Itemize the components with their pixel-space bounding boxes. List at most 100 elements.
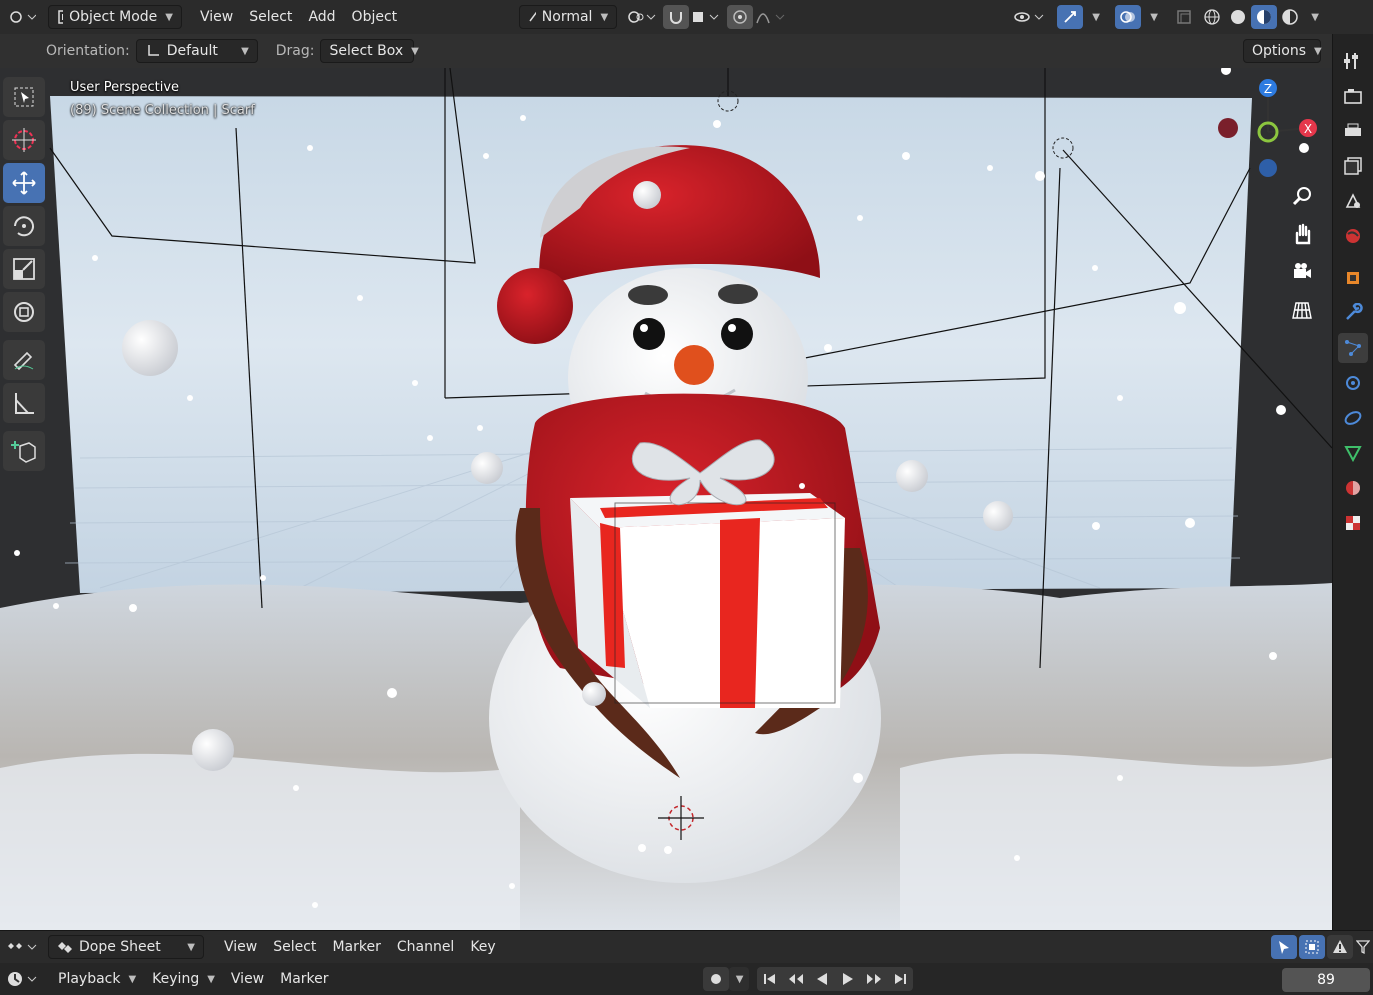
visibility-dropdown[interactable] [1011, 5, 1047, 29]
menu-view[interactable]: View [192, 5, 241, 29]
shading-material[interactable] [1251, 5, 1278, 29]
move-tool[interactable] [3, 163, 45, 203]
overlay-dropdown[interactable]: ▼ [1141, 5, 1165, 29]
next-keyframe-button[interactable] [861, 967, 887, 991]
orientation-label: Normal [541, 9, 593, 25]
rotate-tool[interactable] [3, 206, 45, 246]
show-hidden-toggle[interactable] [1299, 935, 1325, 959]
tab-scene[interactable] [1338, 186, 1368, 216]
navigation-gizmo[interactable]: Z X [1210, 74, 1330, 184]
dope-menu-select[interactable]: Select [265, 935, 324, 959]
chevron-down-icon: ▼ [600, 11, 609, 23]
editor-type-button[interactable] [4, 5, 40, 29]
tab-view-layer[interactable] [1338, 151, 1368, 181]
camera-icon [1294, 263, 1311, 278]
transform-tool[interactable] [3, 292, 45, 332]
orientation-value: Default [166, 43, 218, 59]
orientation-dropdown[interactable]: Default ▼ [135, 39, 258, 63]
current-frame-field[interactable]: 89 [1282, 968, 1370, 992]
only-selected-toggle[interactable] [1271, 935, 1297, 959]
dope-sheet-icon [8, 943, 37, 950]
only-errors-toggle[interactable] [1327, 935, 1353, 959]
playback-menu[interactable]: Playback ▼ [50, 967, 144, 991]
pivot-point-button[interactable] [623, 5, 659, 29]
mode-dropdown[interactable]: Object Mode ▼ [48, 5, 182, 29]
tab-object[interactable] [1338, 263, 1368, 293]
tab-render[interactable] [1338, 81, 1368, 111]
dope-mode-dropdown[interactable]: Dope Sheet ▼ [48, 935, 204, 959]
measure-tool[interactable] [3, 383, 45, 423]
tab-output[interactable] [1338, 116, 1368, 146]
tool-properties-icon [1344, 53, 1358, 69]
gizmo-dropdown[interactable]: ▼ [1083, 5, 1107, 29]
dope-menu-view[interactable]: View [216, 935, 265, 959]
tab-modifiers[interactable] [1338, 298, 1368, 328]
shading-wireframe[interactable] [1199, 5, 1225, 29]
dope-menu-channel[interactable]: Channel [389, 935, 462, 959]
perspective-toggle-button[interactable] [1286, 294, 1318, 326]
tab-data[interactable] [1338, 438, 1368, 468]
jump-end-icon [894, 974, 906, 984]
proportional-edit-toggle[interactable] [727, 5, 754, 29]
menu-object[interactable]: Object [344, 5, 406, 29]
shading-dropdown[interactable]: ▼ [1303, 5, 1325, 29]
chevron-down-icon: ▼ [165, 11, 173, 23]
3d-viewport[interactable]: User Perspective (89) Scene Collection |… [0, 68, 1332, 930]
play-button[interactable] [835, 967, 861, 991]
play-reverse-button[interactable] [809, 967, 835, 991]
drag-dropdown[interactable]: Select Box ▼ [320, 39, 419, 63]
editor-type-icon [10, 11, 36, 23]
tab-tool[interactable] [1338, 46, 1368, 76]
jump-end-button[interactable] [887, 967, 913, 991]
timeline-menu-marker[interactable]: Marker [272, 967, 336, 991]
shading-rendered[interactable] [1277, 5, 1303, 29]
auto-keying-toggle[interactable] [702, 967, 729, 991]
menu-select[interactable]: Select [241, 5, 300, 29]
snap-target-dropdown[interactable] [689, 5, 721, 29]
scale-tool[interactable] [3, 249, 45, 289]
select-box-tool[interactable] [3, 77, 45, 117]
tab-texture[interactable] [1338, 508, 1368, 538]
camera-view-button[interactable] [1286, 256, 1318, 288]
rotate-icon [14, 216, 34, 237]
tab-material[interactable] [1338, 473, 1368, 503]
add-cube-tool[interactable] [3, 431, 45, 471]
jump-start-button[interactable] [757, 967, 783, 991]
timeline-header: Playback ▼ Keying ▼ View Marker ▼ [0, 963, 1373, 995]
tab-constraints[interactable] [1338, 403, 1368, 433]
cursor-tool[interactable] [3, 120, 45, 160]
timeline-editor-type-button[interactable] [4, 967, 40, 991]
auto-keying-dropdown[interactable]: ▼ [728, 967, 749, 991]
options-dropdown[interactable]: Options ▼ [1243, 39, 1322, 63]
keying-menu[interactable]: Keying ▼ [144, 967, 223, 991]
overlay-toggle[interactable] [1115, 5, 1142, 29]
cursor-3d-icon [12, 128, 36, 152]
xray-toggle[interactable] [1171, 5, 1197, 29]
dope-menu-marker[interactable]: Marker [324, 935, 388, 959]
snap-toggle[interactable] [663, 5, 690, 29]
timeline-menu-view[interactable]: View [223, 967, 272, 991]
dope-menu-key[interactable]: Key [462, 935, 503, 959]
pan-view-button[interactable] [1286, 218, 1318, 250]
image-layers-icon [1344, 157, 1362, 175]
tab-physics[interactable] [1338, 368, 1368, 398]
orientation-axes-icon [148, 45, 159, 56]
tab-particles[interactable] [1338, 333, 1368, 363]
viewport-info: User Perspective (89) Scene Collection |… [70, 76, 255, 122]
play-reverse-icon [816, 973, 827, 985]
falloff-dropdown[interactable] [753, 5, 787, 29]
transform-orientation-dropdown[interactable]: Normal ▼ [519, 5, 618, 29]
tab-world[interactable] [1338, 221, 1368, 251]
dope-mode-label: Dope Sheet [79, 939, 161, 955]
dope-editor-type-button[interactable] [4, 935, 40, 959]
menu-add[interactable]: Add [300, 5, 343, 29]
zoom-view-button[interactable] [1286, 180, 1318, 212]
gizmo-toggle[interactable] [1057, 5, 1084, 29]
prev-keyframe-button[interactable] [783, 967, 809, 991]
chevron-down-icon: ▼ [241, 45, 249, 57]
object-cube-icon [1347, 272, 1359, 284]
annotate-tool[interactable] [3, 340, 45, 380]
shading-solid[interactable] [1225, 5, 1251, 29]
filter-button[interactable] [1355, 935, 1371, 959]
tool-settings-bar: Orientation: Default ▼ Drag: Select Box … [0, 34, 1373, 68]
